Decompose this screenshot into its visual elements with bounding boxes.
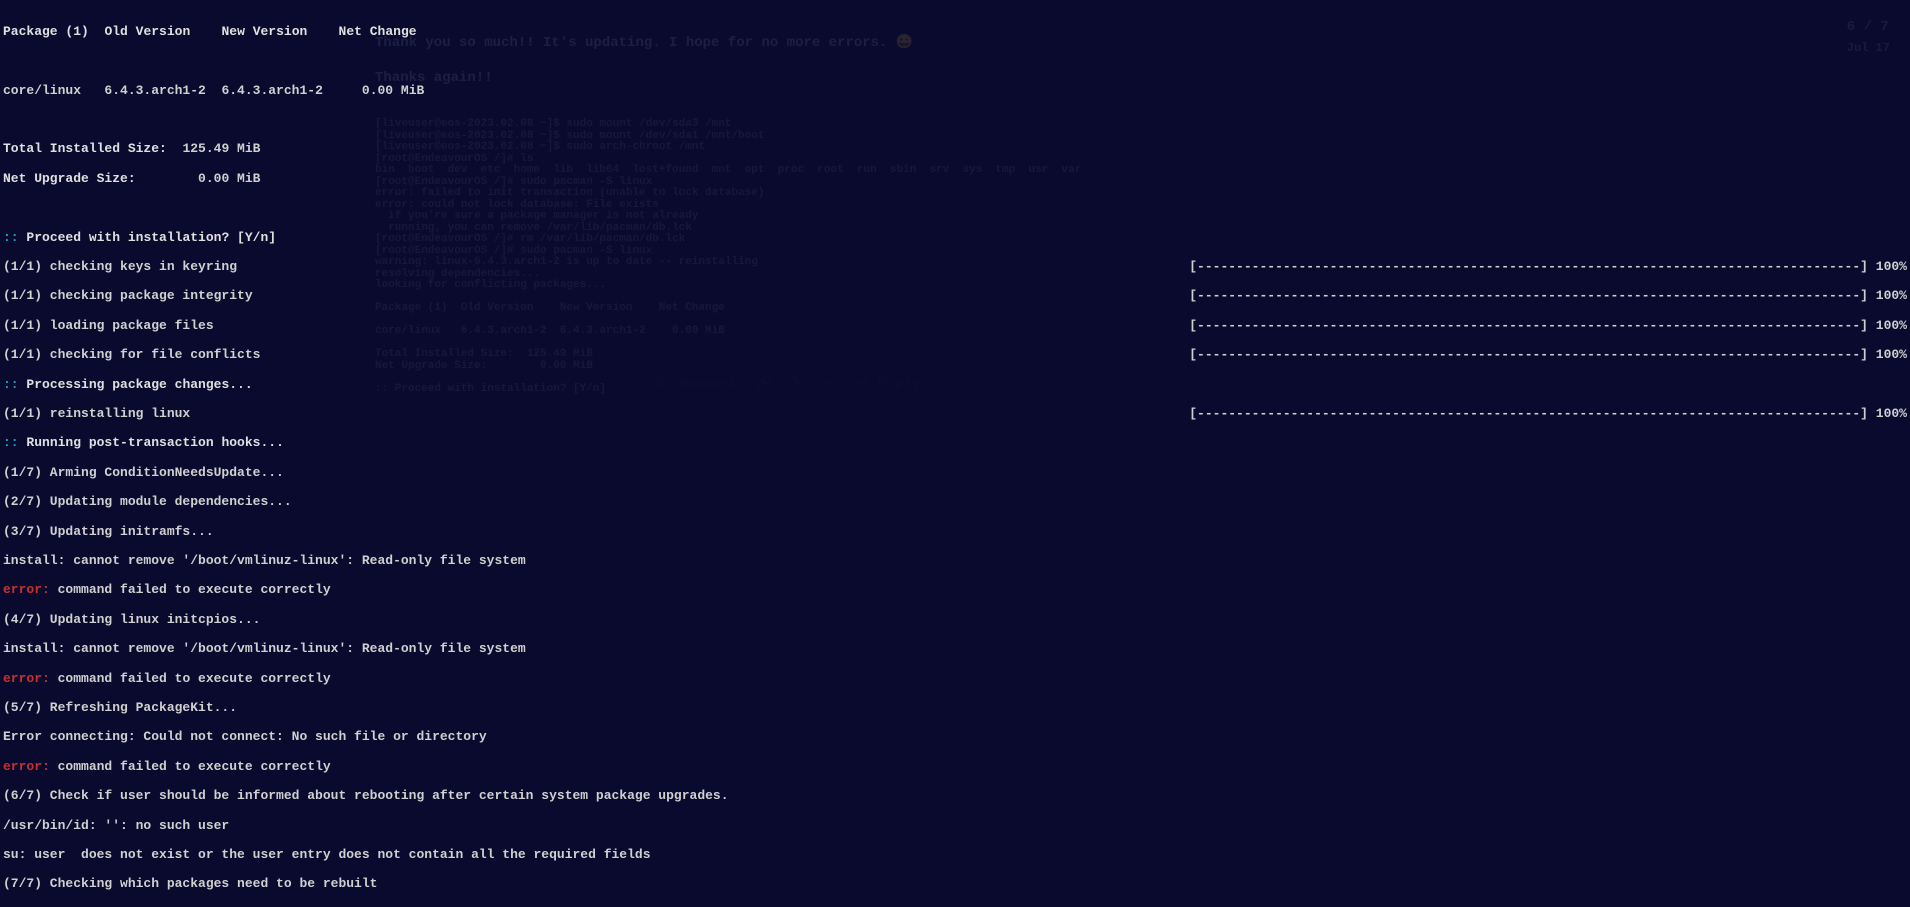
conn-err: Error connecting: Could not connect: No … — [3, 730, 1907, 745]
error-msg: command failed to execute correctly — [58, 583, 331, 598]
stage-integrity: (1/1) checking package integrity — [3, 289, 253, 304]
pkg-new: 6.4.3.arch1-2 — [221, 84, 322, 99]
proc-prefix: :: — [3, 378, 19, 393]
hook-6: (6/7) Check if user should be informed a… — [3, 789, 1907, 804]
stage-reinstall: (1/1) reinstalling linux — [3, 407, 190, 422]
error-msg: command failed to execute correctly — [58, 672, 331, 687]
progress-pct: 100% — [1876, 347, 1907, 362]
error-label: error: — [3, 583, 50, 598]
hook-7: (7/7) Checking which packages need to be… — [3, 877, 1907, 892]
progress-bar: [---------------------------------------… — [1189, 319, 1868, 334]
stage-conflicts: (1/1) checking for file conflicts — [3, 348, 260, 363]
upgrade-size-val: 0.00 MiB — [198, 172, 260, 187]
col-old: Old Version — [104, 25, 190, 40]
total-size-val: 125.49 MiB — [182, 142, 260, 157]
progress-pct: 100% — [1876, 318, 1907, 333]
pkg-net: 0.00 MiB — [362, 84, 424, 99]
progress-pct: 100% — [1876, 406, 1907, 421]
col-net: Net Change — [339, 25, 417, 40]
su-err: su: user does not exist or the user entr… — [3, 848, 1907, 863]
progress-bar: [---------------------------------------… — [1189, 348, 1868, 363]
error-msg: command failed to execute correctly — [58, 760, 331, 775]
stage-keys: (1/1) checking keys in keyring — [3, 260, 237, 275]
stage-loading: (1/1) loading package files — [3, 319, 214, 334]
hook-3: (3/7) Updating initramfs... — [3, 525, 1907, 540]
total-size-label: Total Installed Size: — [3, 142, 167, 157]
hook-4: (4/7) Updating linux initcpios... — [3, 613, 1907, 628]
col-new: New Version — [221, 25, 307, 40]
hook-2: (2/7) Updating module dependencies... — [3, 495, 1907, 510]
progress-bar: [---------------------------------------… — [1189, 260, 1868, 275]
progress-bar: [---------------------------------------… — [1189, 289, 1868, 304]
error-label: error: — [3, 672, 50, 687]
progress-pct: 100% — [1876, 288, 1907, 303]
col-package: Package (1) — [3, 25, 89, 40]
prompt-text[interactable]: Proceed with installation? [Y/n] — [26, 231, 276, 246]
proc-text: Processing package changes... — [26, 378, 252, 393]
usrbin-err: /usr/bin/id: '': no such user — [3, 819, 1907, 834]
progress-pct: 100% — [1876, 259, 1907, 274]
upgrade-size-label: Net Upgrade Size: — [3, 172, 136, 187]
progress-bar: [---------------------------------------… — [1189, 407, 1868, 422]
pkg-old: 6.4.3.arch1-2 — [104, 84, 205, 99]
hook-1: (1/7) Arming ConditionNeedsUpdate... — [3, 466, 1907, 481]
error-label: error: — [3, 760, 50, 775]
pkg-name: core/linux — [3, 84, 81, 99]
prompt-prefix: :: — [3, 231, 19, 246]
install-err-1: install: cannot remove '/boot/vmlinuz-li… — [3, 554, 1907, 569]
hooks-prefix: :: — [3, 436, 19, 451]
hooks-text: Running post-transaction hooks... — [26, 436, 283, 451]
pacman-terminal-output: Package (1) Old Version New Version Net … — [3, 10, 1907, 907]
install-err-2: install: cannot remove '/boot/vmlinuz-li… — [3, 642, 1907, 657]
hook-5: (5/7) Refreshing PackageKit... — [3, 701, 1907, 716]
